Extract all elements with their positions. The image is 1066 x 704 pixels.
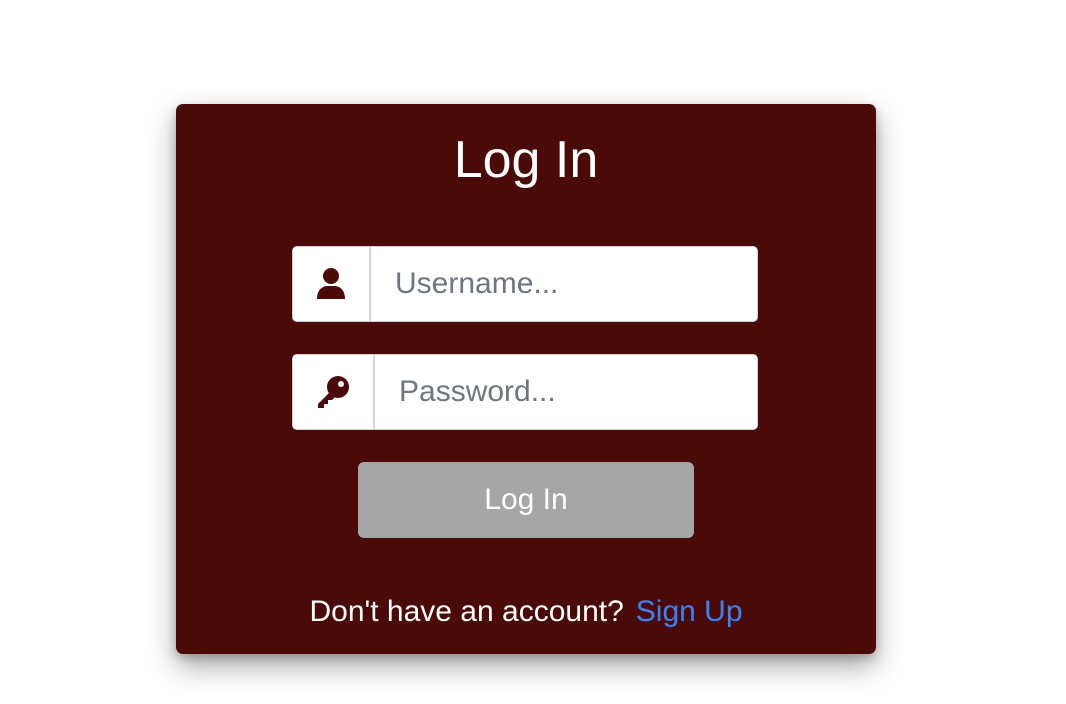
username-input[interactable] (371, 247, 757, 321)
user-icon (293, 247, 371, 321)
username-field-group (292, 246, 758, 322)
key-icon (293, 355, 375, 429)
page: Log In Log In Don't have an (0, 0, 1066, 704)
signup-row: Don't have an account? Sign Up (176, 592, 876, 632)
signup-link[interactable]: Sign Up (636, 595, 743, 628)
password-input[interactable] (375, 355, 757, 429)
login-card: Log In Log In Don't have an (176, 104, 876, 654)
login-button[interactable]: Log In (358, 462, 694, 538)
signup-prompt: Don't have an account? (309, 595, 624, 628)
password-field-group (292, 354, 758, 430)
login-title: Log In (453, 131, 599, 189)
